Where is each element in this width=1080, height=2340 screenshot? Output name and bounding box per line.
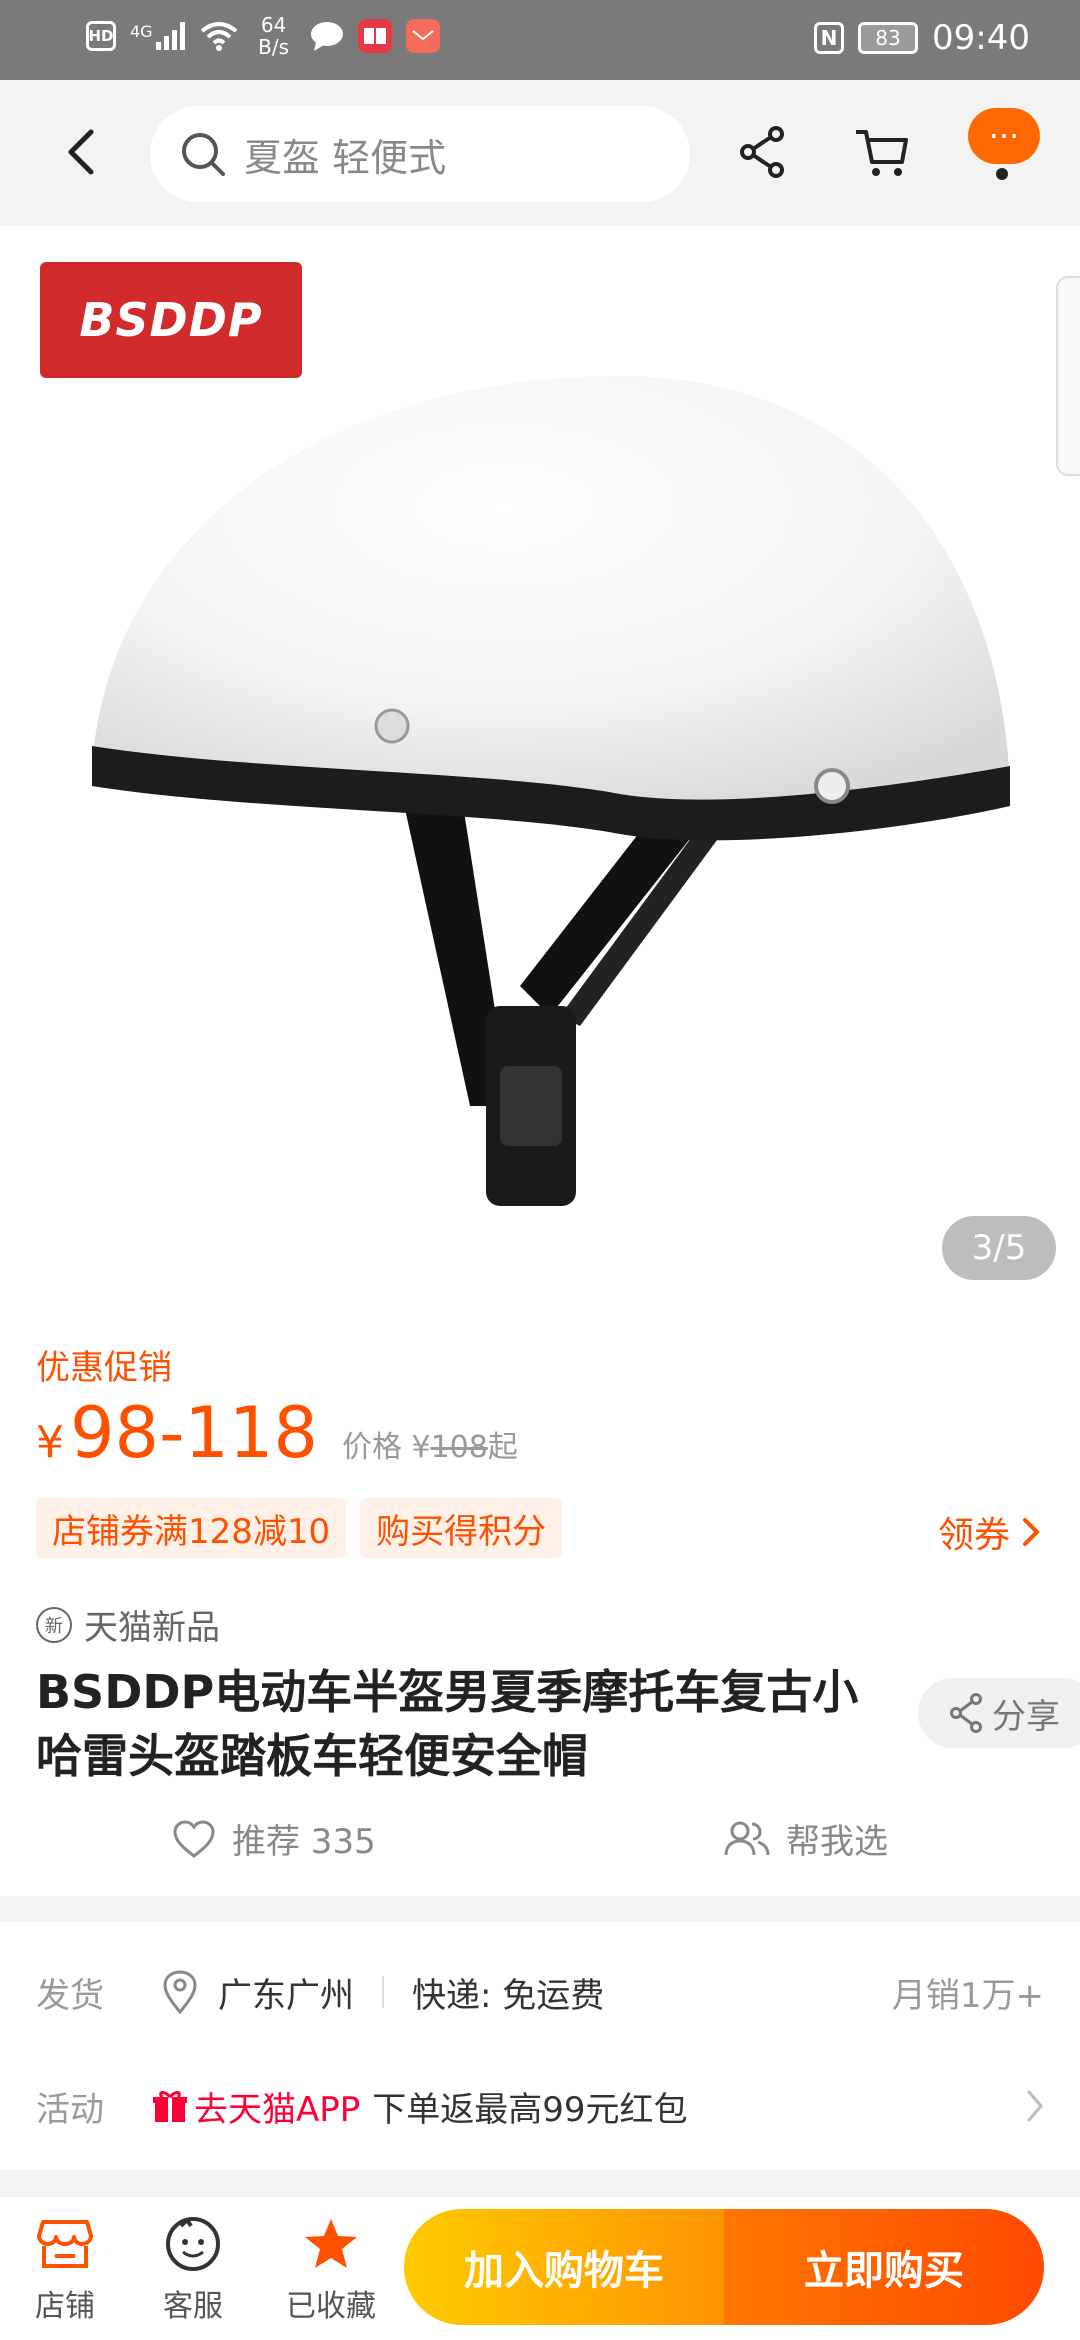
get-coupon-label: 领券 <box>937 1515 1010 1556</box>
cart-button[interactable] <box>850 120 914 184</box>
nfc-icon: N <box>814 22 845 54</box>
net-speed-value: 64 <box>260 13 287 37</box>
store-button[interactable]: 店铺 <box>10 2215 120 2325</box>
section-divider <box>0 1896 1080 1922</box>
search-icon <box>182 133 225 176</box>
chevron-right-icon <box>1023 1518 1040 1546</box>
ship-from-location: 广东广州 <box>218 1975 354 2016</box>
activity-row[interactable]: 活动 去天猫APP 下单返最高99元红包 <box>36 2074 1044 2138</box>
points-tag[interactable]: 购买得积分 <box>360 1498 563 1558</box>
shipping-label: 发货 <box>36 1975 104 2016</box>
price-currency: ¥ <box>36 1417 64 1468</box>
tmall-new-badge: 新 天猫新品 <box>36 1600 220 1649</box>
huawei-app-icon <box>405 19 440 53</box>
price-row: ¥ 98-118 价格 ¥108起 <box>36 1392 518 1474</box>
customer-service-button[interactable]: 客服 <box>138 2215 248 2325</box>
share-label: 分享 <box>992 1696 1060 1737</box>
cart-icon <box>856 130 908 176</box>
share-product-button[interactable]: 分享 <box>918 1678 1080 1748</box>
share-icon <box>740 126 784 178</box>
chevron-right-icon <box>1027 2090 1043 2122</box>
store-icon <box>36 2215 94 2273</box>
message-icon <box>310 22 343 51</box>
location-icon <box>163 1970 197 2014</box>
buy-now-button[interactable]: 立即购买 <box>724 2209 1044 2325</box>
network-type: 4G <box>130 22 153 41</box>
back-button[interactable] <box>52 124 108 180</box>
get-coupon-button[interactable]: 领券 <box>938 1506 1040 1558</box>
star-icon <box>302 2215 360 2273</box>
more-button[interactable]: ··· <box>968 108 1040 164</box>
original-price: 价格 ¥108起 <box>342 1422 518 1466</box>
product-title: BSDDP电动车半盔男夏季摩托车复古小哈雷头盔踏板车轻便安全帽 <box>36 1665 859 1783</box>
share-button[interactable] <box>730 120 794 184</box>
action-row: 推荐 335 帮我选 <box>0 1806 1080 1878</box>
activity-text: 下单返最高99元红包 <box>372 2089 688 2130</box>
original-price-suffix: 起 <box>487 1430 518 1465</box>
clock: 09:40 <box>932 18 1030 58</box>
signal-indicator: 4G <box>130 22 186 50</box>
recommend-label: 推荐 335 <box>232 1822 376 1862</box>
service-label: 客服 <box>163 2289 223 2324</box>
favorite-button[interactable]: 已收藏 <box>276 2215 386 2325</box>
status-right: N 83 09:40 <box>814 18 1030 58</box>
monthly-sales: 月销1万+ <box>891 1975 1044 2016</box>
share-icon <box>950 1693 982 1733</box>
tmall-new-label: 天猫新品 <box>84 1608 220 1648</box>
net-speed: 64 B/s <box>252 14 296 58</box>
help-choose-label: 帮我选 <box>786 1822 888 1862</box>
chevron-left-icon <box>68 129 94 175</box>
original-price-value: 108 <box>430 1430 488 1465</box>
original-price-prefix: 价格 ¥ <box>341 1430 431 1465</box>
express-fee: 快递: 免运费 <box>412 1975 605 2016</box>
purchase-buttons: 加入购物车 立即购买 <box>404 2209 1044 2325</box>
net-speed-unit: B/s <box>258 35 290 59</box>
gift-icon <box>153 2091 187 2122</box>
people-icon <box>724 1821 770 1855</box>
tmall-app-link[interactable]: 去天猫APP <box>194 2082 360 2131</box>
product-image-gallery[interactable]: BSDDP 3/5 <box>0 226 1080 1300</box>
battery-indicator: 83 <box>858 22 919 54</box>
promo-label: 优惠促销 <box>36 1348 172 1388</box>
help-choose-button[interactable]: 帮我选 <box>724 1814 888 1863</box>
new-icon: 新 <box>36 1606 72 1643</box>
status-bar: HD 4G 64 B/s N 83 09:40 <box>0 0 1080 80</box>
helmet-image <box>92 376 1010 1206</box>
search-input[interactable]: 夏盔 轻便式 <box>150 106 690 202</box>
search-query: 夏盔 轻便式 <box>244 135 447 180</box>
price-range: 98-118 <box>70 1392 318 1474</box>
section-divider <box>0 2170 1080 2196</box>
store-coupon-tag[interactable]: 店铺券满128减10 <box>36 1498 347 1558</box>
add-to-cart-button[interactable]: 加入购物车 <box>404 2209 724 2325</box>
favorited-label: 已收藏 <box>286 2289 376 2324</box>
wifi-icon <box>200 22 237 51</box>
side-panel-handle[interactable] <box>1056 276 1080 476</box>
heart-icon <box>173 1819 215 1858</box>
top-nav: 夏盔 轻便式 ··· <box>0 80 1080 226</box>
separator <box>382 1976 384 2008</box>
notification-dot <box>996 168 1008 180</box>
status-left: HD 4G 64 B/s <box>86 14 440 58</box>
signal-bars-icon <box>155 22 185 50</box>
recommend-button[interactable]: 推荐 335 <box>172 1814 376 1863</box>
image-page-indicator: 3/5 <box>942 1216 1056 1280</box>
service-icon <box>164 2215 222 2273</box>
hd-badge: HD <box>86 21 116 51</box>
store-label: 店铺 <box>35 2289 95 2324</box>
activity-label: 活动 <box>36 2089 104 2130</box>
bottom-action-bar: 店铺 客服 已收藏 加入购物车 立即购买 <box>0 2196 1080 2340</box>
book-app-icon <box>357 19 392 53</box>
shipping-row[interactable]: 发货 广东广州 快递: 免运费 月销1万+ <box>36 1962 1044 2022</box>
promo-tags: 店铺券满128减10 购买得积分 <box>36 1498 563 1558</box>
